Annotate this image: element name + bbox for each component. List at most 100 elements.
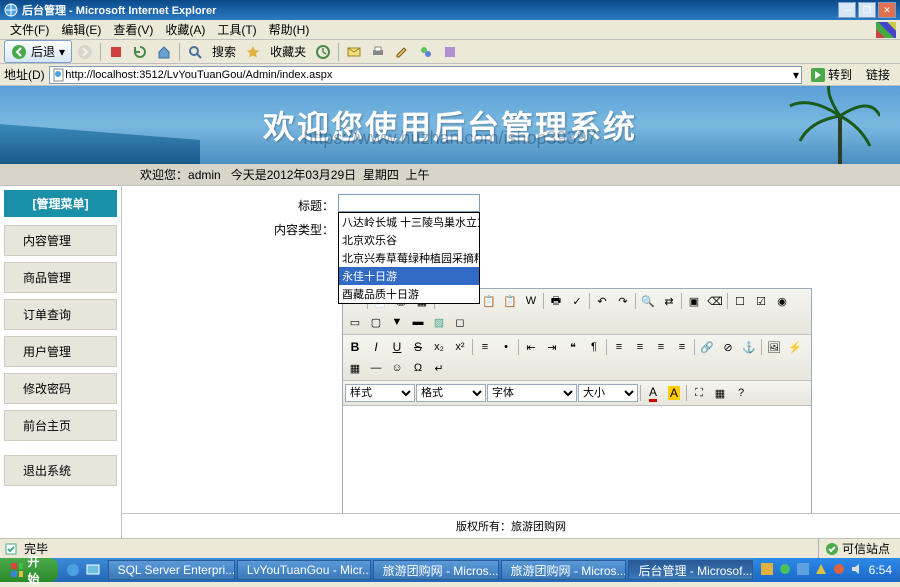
undo-icon[interactable]: ↶ [592,291,612,311]
desktop-quick-icon[interactable] [84,561,102,579]
table-icon[interactable]: ▦ [345,358,365,378]
sidebar-item-logout[interactable]: 退出系统 [4,455,117,486]
dropdown-option[interactable]: 酉藏品质十日游 [339,285,479,303]
tray-icon[interactable] [797,563,811,577]
volume-icon[interactable] [851,563,865,577]
align-left-icon[interactable]: ≡ [609,337,629,357]
tray-icon[interactable] [779,563,793,577]
format-select[interactable]: 格式 [416,384,486,402]
radio-icon[interactable]: ◉ [772,291,792,311]
task-ie2[interactable]: 旅游团购网 - Micros... [501,560,627,580]
home-button[interactable] [153,42,175,62]
align-justify-icon[interactable]: ≡ [672,337,692,357]
research-button[interactable] [439,42,461,62]
about-icon[interactable]: ? [731,383,751,403]
menu-view[interactable]: 查看(V) [107,19,159,40]
strike-icon[interactable]: S [408,337,428,357]
clock[interactable]: 6:54 [869,563,892,577]
task-ie1[interactable]: 旅游团购网 - Micros... [373,560,499,580]
start-button[interactable]: 开始 [0,558,58,582]
bold-icon[interactable]: B [345,337,365,357]
bgcolor-icon[interactable]: A [664,383,684,403]
sidebar-item-content[interactable]: 内容管理 [4,225,117,256]
italic-icon[interactable]: I [366,337,386,357]
ie-quick-icon[interactable] [64,561,82,579]
flash-icon[interactable]: ⚡ [785,337,805,357]
pagebreak-icon[interactable]: ↵ [429,358,449,378]
history-button[interactable] [312,42,334,62]
ol-icon[interactable]: ≡ [475,337,495,357]
print-icon[interactable]: 🖶 [546,291,566,311]
textcolor-icon[interactable]: A [643,383,663,403]
task-sqlserver[interactable]: SQL Server Enterpri... [108,560,235,580]
dropdown-option[interactable]: 北京欢乐谷 [339,231,479,249]
favorites-button[interactable] [242,42,264,62]
sidebar-item-orders[interactable]: 订单查询 [4,299,117,330]
menu-file[interactable]: 文件(F) [4,19,55,40]
tray-icon[interactable] [833,563,847,577]
checkbox-icon[interactable]: ☑ [751,291,771,311]
task-ie3[interactable]: 后台管理 - Microsof... [628,560,752,580]
search-button[interactable] [184,42,206,62]
sub-icon[interactable]: x₂ [429,337,449,357]
sidebar-item-products[interactable]: 商品管理 [4,262,117,293]
back-button[interactable]: 后退 ▾ [4,40,72,63]
links-label[interactable]: 链接 [860,66,896,83]
edit-button[interactable] [391,42,413,62]
font-select[interactable]: 字体 [487,384,577,402]
link-icon[interactable]: 🔗 [697,337,717,357]
sidebar-item-frontend[interactable]: 前台主页 [4,410,117,441]
hr-icon[interactable]: — [366,358,386,378]
refresh-button[interactable] [129,42,151,62]
hidden-icon[interactable]: ◻ [450,312,470,332]
showblocks-icon[interactable]: ▦ [710,383,730,403]
ul-icon[interactable]: • [496,337,516,357]
anchor-icon[interactable]: ⚓ [739,337,759,357]
minimize-button[interactable]: ─ [838,2,856,18]
removefmt-icon[interactable]: ⌫ [705,291,725,311]
button-icon[interactable]: ▬ [408,312,428,332]
sidebar-item-password[interactable]: 修改密码 [4,373,117,404]
paste-word-icon[interactable]: W [521,291,541,311]
selectall-icon[interactable]: ▣ [684,291,704,311]
image-icon[interactable]: ▨ [429,312,449,332]
dropdown-option-selected[interactable]: 永佳十日游 [339,267,479,285]
replace-icon[interactable]: ⇄ [659,291,679,311]
sup-icon[interactable]: x² [450,337,470,357]
paste-text-icon[interactable]: 📋 [500,291,520,311]
textarea-icon[interactable]: ▢ [366,312,386,332]
url-input[interactable] [65,69,793,81]
textfield-icon[interactable]: ▭ [345,312,365,332]
menu-help[interactable]: 帮助(H) [263,19,316,40]
align-center-icon[interactable]: ≡ [630,337,650,357]
spell-icon[interactable]: ✓ [567,291,587,311]
menu-tools[interactable]: 工具(T) [211,19,262,40]
mail-button[interactable] [343,42,365,62]
img-icon[interactable]: 🖼 [764,337,784,357]
style-select[interactable]: 样式 [345,384,415,402]
messenger-button[interactable] [415,42,437,62]
tray-icon[interactable] [761,563,775,577]
dropdown-option[interactable]: 北京兴寿草莓绿种植园采摘精品草莓 [339,249,479,267]
redo-icon[interactable]: ↷ [613,291,633,311]
go-button[interactable]: 转到 [806,66,856,83]
unlink-icon[interactable]: ⊘ [718,337,738,357]
menu-edit[interactable]: 编辑(E) [55,19,107,40]
find-icon[interactable]: 🔍 [638,291,658,311]
select-icon[interactable]: ▼ [387,312,407,332]
paste-icon[interactable]: 📋 [479,291,499,311]
smiley-icon[interactable]: ☺ [387,358,407,378]
stop-button[interactable] [105,42,127,62]
task-vs[interactable]: LvYouTuanGou - Micr... [237,560,371,580]
div-icon[interactable]: ¶ [584,337,604,357]
maximize-button[interactable]: ❐ [858,2,876,18]
maximize-icon[interactable]: ⛶ [689,383,709,403]
size-select[interactable]: 大小 [578,384,638,402]
underline-icon[interactable]: U [387,337,407,357]
specialchar-icon[interactable]: Ω [408,358,428,378]
menu-favorites[interactable]: 收藏(A) [159,19,211,40]
outdent-icon[interactable]: ⇤ [521,337,541,357]
form-icon[interactable]: ☐ [730,291,750,311]
dropdown-option[interactable]: 八达岭长城 十三陵鸟巢水立方精品一 [339,213,479,231]
indent-icon[interactable]: ⇥ [542,337,562,357]
